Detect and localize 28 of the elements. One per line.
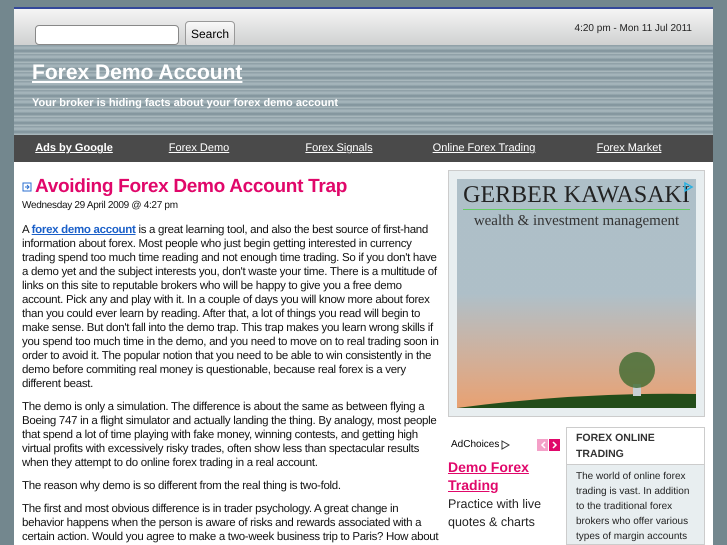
search-field[interactable]	[35, 25, 179, 45]
ad-title-link[interactable]: Demo Forex Trading	[448, 458, 560, 494]
adchoices-label[interactable]: AdChoices	[451, 437, 500, 452]
next-button[interactable]	[549, 438, 560, 450]
post-date: Wednesday 29 April 2009 @ 4:27 pm	[22, 199, 179, 213]
nav-link[interactable]: Forex Market	[554, 140, 704, 157]
search-button[interactable]: Search	[185, 21, 236, 47]
chevron-right-icon	[552, 440, 558, 448]
ad-text: Practice with live quotes & charts	[448, 496, 542, 531]
nav-link[interactable]: Forex Signals	[264, 140, 414, 157]
play-icon	[501, 440, 510, 450]
nav-link[interactable]: Online Forex Trading	[414, 140, 554, 157]
post-title: Avoiding Forex Demo Account Trap	[35, 176, 348, 198]
forex-demo-link[interactable]: forex demo account	[32, 224, 136, 236]
chevron-left-icon	[540, 440, 546, 448]
paragraph: The first and most obvious difference is in trader psychology. A great change in behavior happens when the person is aware of risks and rewards associated with a certain action. Would you agree to make a two-week business trip to Paris? How about	[22, 502, 440, 544]
paragraph: The reason why demo is so different from the real thing is two-fold.	[22, 479, 342, 493]
widget-text: The world of online forex trading is vast. In addition to the traditional forex brokers who offer various types of margin accounts	[575, 470, 690, 544]
date-time: 4:20 pm - Mon 11 Jul 2011	[574, 22, 692, 36]
ad-subtitle: wealth & investment management	[474, 212, 680, 231]
tagline: Your broker is hiding facts about your forex demo account	[32, 96, 340, 111]
ads-label: Ads by Google	[34, 141, 114, 156]
ad-brand: GERBER KAWASAKI	[463, 181, 690, 210]
widget-title: FOREX ONLINE TRADING	[567, 428, 704, 465]
document-icon	[22, 182, 32, 192]
nav-link[interactable]: Forex Demo	[134, 140, 264, 157]
paragraph: A forex demo account is a great learning tool, and also the best source of first-hand information about forex. Most people who just begin getting interested in currency trading spend too much time reading and not enough time trading. So if you don't have a demo yet and the subject interests you, don't waste your time. There is a multitude of links on this site to reputable brokers who will be happy to give you a free demo account. Pick any and play with it. In a couple of days you will know more about forex than you could ever learn by reading. After that, a lot of things you read will begin to make sense. But don't fall into the demo trap. This trap makes you learn wrong skills if you spend too much time in the demo, and you need to move on to real trading soon in order to avoid it. The popular notion that you need to be able to win consistently in the demo before commiting real money is questionable, because real forex is a very different beast.	[22, 223, 440, 391]
paragraph: The demo is only a simulation. The difference is about the same as between flying a Boeing 747 in a flight simulator and actually landing the thing. By analogy, most people that spend a lot of time playing with fake money, winning contests, and getting high virtual profits with excessively risky trades, often show less than spectacular results when they attempt to do online forex trading in a real account.	[22, 400, 438, 470]
